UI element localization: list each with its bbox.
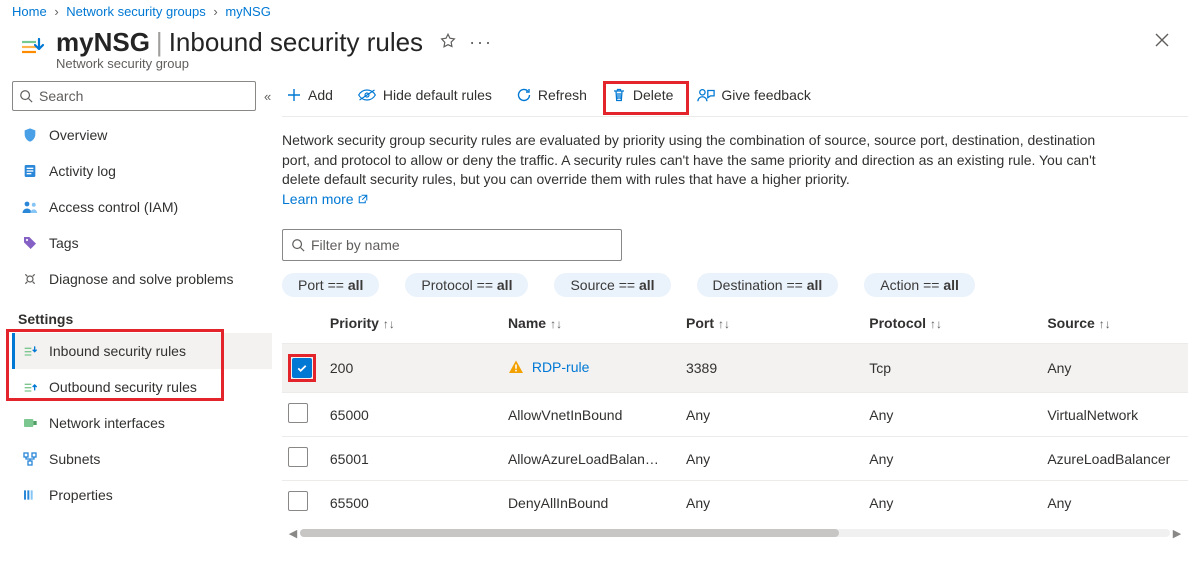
iam-icon — [21, 199, 39, 215]
page-title: Inbound security rules — [169, 27, 423, 58]
favorite-star-icon[interactable] — [439, 32, 457, 53]
sidebar-item-inbound-rules[interactable]: Inbound security rules — [12, 333, 272, 369]
add-button[interactable]: Add — [286, 87, 333, 103]
sidebar-item-properties[interactable]: Properties — [12, 477, 272, 513]
row-checkbox[interactable] — [292, 358, 312, 378]
filter-pill-source[interactable]: Source == all — [554, 273, 670, 297]
chevron-right-icon: › — [50, 4, 62, 19]
close-icon[interactable] — [1154, 32, 1170, 53]
tags-icon — [21, 235, 39, 251]
row-checkbox[interactable] — [288, 491, 308, 511]
filter-pill-destination[interactable]: Destination == all — [697, 273, 839, 297]
cell-port: 3389 — [680, 344, 863, 393]
cell-port: Any — [680, 437, 863, 481]
cell-source: Any — [1041, 481, 1188, 525]
filter-pill-protocol[interactable]: Protocol == all — [405, 273, 528, 297]
cell-protocol: Any — [863, 437, 1041, 481]
cell-priority: 200 — [324, 344, 502, 393]
diagnose-icon — [21, 271, 39, 287]
breadcrumb-nsg-list[interactable]: Network security groups — [66, 4, 205, 19]
outbound-icon — [21, 379, 39, 395]
give-feedback-button[interactable]: Give feedback — [697, 87, 811, 103]
sidebar-item-outbound-rules[interactable]: Outbound security rules — [12, 369, 272, 405]
nic-icon — [21, 415, 39, 431]
col-port[interactable]: Port↑↓ — [680, 305, 863, 344]
horizontal-scrollbar[interactable]: ◀ ▶ — [282, 526, 1188, 540]
scroll-left-icon[interactable]: ◀ — [286, 527, 300, 540]
collapse-sidebar-icon[interactable]: « — [264, 89, 271, 104]
row-checkbox[interactable] — [288, 403, 308, 423]
breadcrumb: Home › Network security groups › myNSG — [0, 0, 1200, 21]
warning-icon — [508, 359, 524, 378]
breadcrumb-current[interactable]: myNSG — [225, 4, 271, 19]
inbound-rules-icon — [18, 33, 46, 61]
refresh-button[interactable]: Refresh — [516, 87, 587, 103]
table-row[interactable]: 65001 AllowAzureLoadBalan… Any Any Azure… — [282, 437, 1188, 481]
filter-pill-port[interactable]: Port == all — [282, 273, 379, 297]
sidebar-search-input[interactable]: Search — [12, 81, 256, 111]
row-checkbox[interactable] — [288, 447, 308, 467]
sidebar: Search « Overview Activity log Access co… — [0, 73, 276, 555]
col-priority[interactable]: Priority↑↓ — [324, 305, 502, 344]
filter-pill-action[interactable]: Action == all — [864, 273, 975, 297]
cell-source: Any — [1041, 344, 1188, 393]
scroll-thumb[interactable] — [300, 529, 839, 537]
main-content: Add Hide default rules Refresh Delete Gi… — [276, 73, 1200, 555]
tutorial-highlight-checkbox — [288, 354, 316, 382]
shield-icon — [21, 127, 39, 143]
delete-button[interactable]: Delete — [611, 87, 673, 103]
sidebar-item-activity-log[interactable]: Activity log — [12, 153, 272, 189]
cell-priority: 65000 — [324, 393, 502, 437]
page-header: myNSG | Inbound security rules ··· — [0, 21, 1200, 58]
log-icon — [21, 163, 39, 179]
cell-name[interactable]: AllowVnetInBound — [502, 393, 680, 437]
col-name[interactable]: Name↑↓ — [502, 305, 680, 344]
cell-port: Any — [680, 481, 863, 525]
cell-priority: 65500 — [324, 481, 502, 525]
more-menu-icon[interactable]: ··· — [469, 32, 493, 53]
learn-more-link[interactable]: Learn more — [282, 191, 369, 207]
cell-protocol: Any — [863, 481, 1041, 525]
sidebar-item-diagnose[interactable]: Diagnose and solve problems — [12, 261, 272, 297]
table-row[interactable]: 65000 AllowVnetInBound Any Any VirtualNe… — [282, 393, 1188, 437]
resource-type: Network security group — [0, 56, 1200, 73]
cell-name[interactable]: AllowAzureLoadBalan… — [502, 437, 680, 481]
sidebar-section-settings: Settings — [12, 297, 272, 333]
rules-table: Priority↑↓ Name↑↓ Port↑↓ Protocol↑↓ Sour… — [282, 305, 1188, 524]
cell-protocol: Any — [863, 393, 1041, 437]
subnets-icon — [21, 451, 39, 467]
sidebar-item-subnets[interactable]: Subnets — [12, 441, 272, 477]
cell-name[interactable]: DenyAllInBound — [502, 481, 680, 525]
resource-name: myNSG — [56, 27, 150, 58]
inbound-icon — [21, 343, 39, 359]
col-protocol[interactable]: Protocol↑↓ — [863, 305, 1041, 344]
sidebar-item-network-interfaces[interactable]: Network interfaces — [12, 405, 272, 441]
chevron-right-icon: › — [209, 4, 221, 19]
cell-source: AzureLoadBalancer — [1041, 437, 1188, 481]
hide-default-rules-button[interactable]: Hide default rules — [357, 87, 492, 103]
filter-by-name-input[interactable]: Filter by name — [282, 229, 622, 261]
sidebar-item-access-control[interactable]: Access control (IAM) — [12, 189, 272, 225]
page-description: Network security group security rules ar… — [282, 117, 1112, 211]
cell-protocol: Tcp — [863, 344, 1041, 393]
filter-pills: Port == all Protocol == all Source == al… — [282, 273, 1188, 305]
table-row[interactable]: 200 RDP-rule 3389 Tcp Any — [282, 344, 1188, 393]
scroll-right-icon[interactable]: ▶ — [1170, 527, 1184, 540]
cell-priority: 65001 — [324, 437, 502, 481]
col-source[interactable]: Source↑↓ — [1041, 305, 1188, 344]
breadcrumb-home[interactable]: Home — [12, 4, 47, 19]
cell-name[interactable]: RDP-rule — [502, 344, 680, 393]
properties-icon — [21, 487, 39, 503]
sidebar-item-overview[interactable]: Overview — [12, 117, 272, 153]
cell-port: Any — [680, 393, 863, 437]
table-row[interactable]: 65500 DenyAllInBound Any Any Any — [282, 481, 1188, 525]
sidebar-item-tags[interactable]: Tags — [12, 225, 272, 261]
toolbar: Add Hide default rules Refresh Delete Gi… — [282, 73, 1188, 117]
cell-source: VirtualNetwork — [1041, 393, 1188, 437]
